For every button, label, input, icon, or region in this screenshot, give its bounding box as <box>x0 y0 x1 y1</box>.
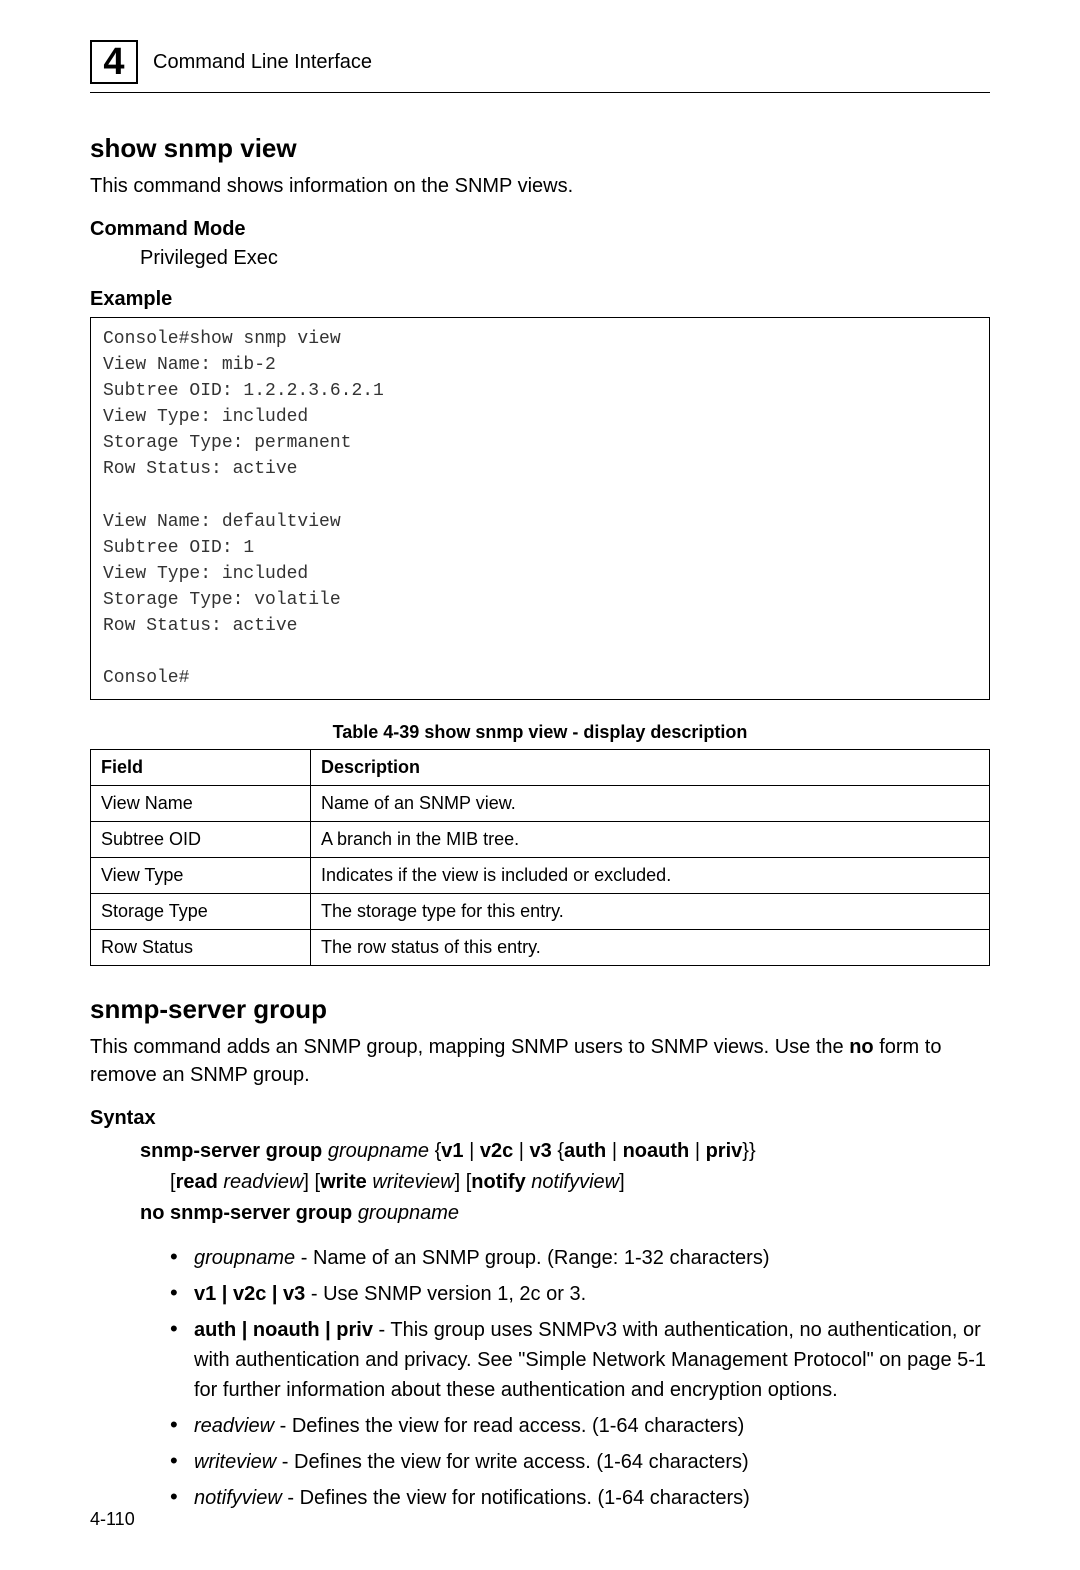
syntax-token: read <box>176 1171 224 1193</box>
list-item: auth | noauth | priv - This group uses S… <box>170 1315 990 1405</box>
table-header-description: Description <box>311 750 990 786</box>
command-mode-heading: Command Mode <box>90 218 990 241</box>
syntax-token: v3 <box>530 1140 558 1162</box>
syntax-token: snmp-server group <box>140 1140 328 1162</box>
syntax-token: | <box>612 1140 623 1162</box>
header-title: Command Line Interface <box>153 51 372 74</box>
param-sep: - <box>373 1319 390 1341</box>
syntax-token: ] [ <box>303 1171 320 1193</box>
table-header-row: Field Description <box>91 750 990 786</box>
table-row: Storage Type The storage type for this e… <box>91 894 990 930</box>
command-mode-value: Privileged Exec <box>140 247 990 270</box>
table-cell: View Name <box>91 786 311 822</box>
table-cell: The storage type for this entry. <box>311 894 990 930</box>
section1-description: This command shows information on the SN… <box>90 172 990 200</box>
syntax-token: write <box>320 1171 372 1193</box>
desc-bold: no <box>849 1036 873 1058</box>
param-name: groupname <box>194 1247 295 1269</box>
syntax-block: snmp-server group groupname {v1 | v2c | … <box>140 1136 990 1229</box>
table-cell: Indicates if the view is included or exc… <box>311 858 990 894</box>
section1-title: show snmp view <box>90 133 990 164</box>
chapter-number-icon: 4 <box>90 40 138 84</box>
list-item: notifyview - Defines the view for notifi… <box>170 1483 990 1513</box>
syntax-token: notifyview <box>531 1171 619 1193</box>
table-cell: Subtree OID <box>91 822 311 858</box>
parameter-list: groupname - Name of an SNMP group. (Rang… <box>170 1243 990 1513</box>
param-text: Defines the view for write access. (1-64… <box>294 1451 749 1473</box>
param-text: Defines the view for notifications. (1-6… <box>300 1487 750 1509</box>
desc-pre: This command adds an SNMP group, mapping… <box>90 1036 849 1058</box>
syntax-line-1: snmp-server group groupname {v1 | v2c | … <box>140 1136 990 1167</box>
list-item: v1 | v2c | v3 - Use SNMP version 1, 2c o… <box>170 1279 990 1309</box>
param-sep: - <box>282 1487 300 1509</box>
syntax-token: { <box>429 1140 441 1162</box>
syntax-token: groupname <box>328 1140 429 1162</box>
syntax-token: | <box>695 1140 706 1162</box>
syntax-line-2: [read readview] [write writeview] [notif… <box>170 1167 990 1198</box>
list-item: groupname - Name of an SNMP group. (Rang… <box>170 1243 990 1273</box>
param-name: readview <box>194 1415 274 1437</box>
syntax-token: ] [ <box>455 1171 472 1193</box>
page-header: 4 Command Line Interface <box>90 40 990 93</box>
param-sep: - <box>305 1283 323 1305</box>
syntax-token: ] <box>619 1171 625 1193</box>
syntax-token: no snmp-server group <box>140 1202 358 1224</box>
param-text: Use SNMP version 1, 2c or 3. <box>323 1283 586 1305</box>
table-cell: A branch in the MIB tree. <box>311 822 990 858</box>
table-row: View Name Name of an SNMP view. <box>91 786 990 822</box>
table-caption: Table 4-39 show snmp view - display desc… <box>90 722 990 743</box>
param-sep: - <box>274 1415 292 1437</box>
page-number: 4-110 <box>90 1509 135 1530</box>
param-text: Name of an SNMP group. (Range: 1-32 char… <box>313 1247 770 1269</box>
syntax-token: priv <box>706 1140 743 1162</box>
param-sep: - <box>276 1451 294 1473</box>
syntax-token: groupname <box>358 1202 459 1224</box>
table-header-field: Field <box>91 750 311 786</box>
param-name: notifyview <box>194 1487 282 1509</box>
table-cell: The row status of this entry. <box>311 930 990 966</box>
example-code-block: Console#show snmp view View Name: mib-2 … <box>90 317 990 700</box>
syntax-token: | <box>519 1140 530 1162</box>
section2-title: snmp-server group <box>90 994 990 1025</box>
table-cell: Storage Type <box>91 894 311 930</box>
syntax-heading: Syntax <box>90 1107 990 1130</box>
syntax-line-3: no snmp-server group groupname <box>140 1198 990 1229</box>
table-row: Row Status The row status of this entry. <box>91 930 990 966</box>
syntax-token: | <box>469 1140 480 1162</box>
syntax-token: readview <box>223 1171 303 1193</box>
table-row: View Type Indicates if the view is inclu… <box>91 858 990 894</box>
section2-description: This command adds an SNMP group, mapping… <box>90 1033 990 1089</box>
syntax-token: noauth <box>623 1140 695 1162</box>
syntax-token: v1 <box>441 1140 469 1162</box>
example-heading: Example <box>90 288 990 311</box>
table-cell: Name of an SNMP view. <box>311 786 990 822</box>
param-text: Defines the view for read access. (1-64 … <box>292 1415 744 1437</box>
param-sep: - <box>295 1247 313 1269</box>
param-name: v1 | v2c | v3 <box>194 1283 305 1305</box>
syntax-token: }} <box>742 1140 755 1162</box>
param-name: writeview <box>194 1451 276 1473</box>
list-item: writeview - Defines the view for write a… <box>170 1447 990 1477</box>
syntax-token: writeview <box>372 1171 454 1193</box>
table-cell: Row Status <box>91 930 311 966</box>
table-row: Subtree OID A branch in the MIB tree. <box>91 822 990 858</box>
table-cell: View Type <box>91 858 311 894</box>
syntax-token: notify <box>471 1171 531 1193</box>
param-name: auth | noauth | priv <box>194 1319 373 1341</box>
syntax-token: v2c <box>480 1140 519 1162</box>
description-table: Field Description View Name Name of an S… <box>90 749 990 966</box>
list-item: readview - Defines the view for read acc… <box>170 1411 990 1441</box>
syntax-token: auth <box>564 1140 612 1162</box>
